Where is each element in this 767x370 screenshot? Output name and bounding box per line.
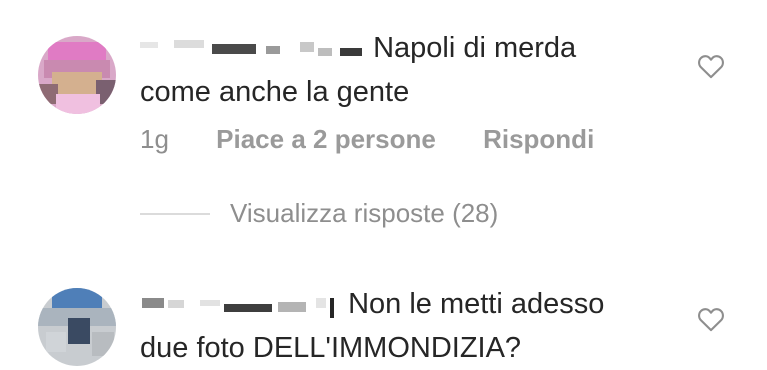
comment-1: Napoli di merda come anche la gente 1g P… xyxy=(0,0,767,190)
heart-outline-icon[interactable] xyxy=(697,53,725,79)
comment-text: Non le metti adesso due foto DELL'IMMOND… xyxy=(140,282,604,370)
heart-outline-icon[interactable] xyxy=(697,306,725,332)
redacted-username[interactable] xyxy=(140,290,340,320)
comment-2: Non le metti adesso due foto DELL'IMMOND… xyxy=(0,270,767,366)
divider xyxy=(140,212,210,215)
avatar[interactable] xyxy=(38,36,116,114)
redacted-username[interactable] xyxy=(140,34,365,64)
comment-time: 1g xyxy=(140,124,169,154)
comment-text: Napoli di merda come anche la gente xyxy=(140,26,576,114)
avatar[interactable] xyxy=(38,288,116,366)
likes-link[interactable]: Piace a 2 persone xyxy=(216,124,436,154)
comment-meta: 1g Piace a 2 persone Rispondi xyxy=(140,124,594,155)
comment-text-line1: Napoli di merda xyxy=(373,32,577,64)
comment-text-line2: come anche la gente xyxy=(140,76,410,108)
view-replies-label[interactable]: Visualizza risposte (28) xyxy=(230,198,498,229)
comment-text-line2: due foto DELL'IMMONDIZIA? xyxy=(140,332,522,364)
comment-text-line1: Non le metti adesso xyxy=(348,288,605,320)
view-replies[interactable]: Visualizza risposte (28) xyxy=(140,198,498,229)
reply-button[interactable]: Rispondi xyxy=(483,124,594,154)
